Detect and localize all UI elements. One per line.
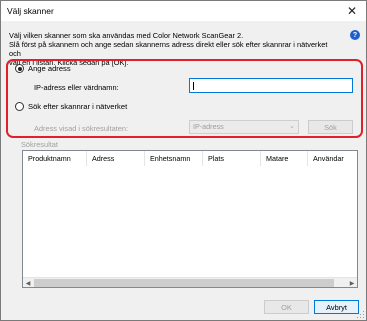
column-header-user[interactable]: Användar	[308, 151, 357, 166]
address-radio-option[interactable]: Ange adress	[15, 64, 71, 73]
search-results-list[interactable]: Produktnamn Adress Enhetsnamn Plats Mata…	[22, 150, 358, 288]
scrollbar-thumb[interactable]	[34, 279, 334, 287]
scroll-left-icon[interactable]: ◀	[23, 278, 33, 287]
text-caret	[193, 82, 194, 90]
display-address-value: IP-adress	[193, 122, 224, 131]
scanner-select-dialog: Välj skanner ✕ Välj vilken skanner som s…	[0, 0, 367, 321]
display-address-label: Adress visad i sökresultaten:	[34, 124, 129, 133]
cancel-button[interactable]: Avbryt	[314, 300, 359, 314]
search-radio-option[interactable]: Sök efter skannrar i nätverket	[15, 102, 127, 111]
resize-grip-icon[interactable]	[357, 311, 365, 319]
column-header-product-name[interactable]: Produktnamn	[23, 151, 87, 166]
search-results-title: Sökresultat	[21, 140, 58, 149]
ip-address-label: IP-adress eller värdnamn:	[34, 83, 119, 92]
question-icon[interactable]: ?	[350, 30, 360, 40]
list-header: Produktnamn Adress Enhetsnamn Plats Mata…	[23, 151, 357, 166]
column-header-address[interactable]: Adress	[87, 151, 145, 166]
display-address-select[interactable]: IP-adress ⌄	[189, 120, 299, 134]
column-header-device-name[interactable]: Enhetsnamn	[145, 151, 203, 166]
instruction-line: Välj vilken skanner som ska användas med…	[9, 31, 244, 40]
column-header-location[interactable]: Plats	[203, 151, 261, 166]
search-button[interactable]: Sök	[308, 120, 353, 134]
chevron-down-icon: ⌄	[289, 123, 295, 130]
instruction-line: Slå först på skannern och ange sedan ska…	[9, 40, 328, 58]
search-radio-label: Sök efter skannrar i nätverket	[28, 102, 128, 111]
horizontal-scrollbar[interactable]: ◀ ▶	[23, 277, 357, 287]
scroll-right-icon[interactable]: ▶	[347, 278, 357, 287]
ok-button[interactable]: OK	[264, 300, 309, 314]
address-radio-label: Ange adress	[28, 64, 71, 73]
ip-address-input[interactable]	[189, 78, 353, 93]
address-radio-button[interactable]	[15, 64, 24, 73]
search-radio-button[interactable]	[15, 102, 24, 111]
title-bar: Välj skanner ✕	[1, 1, 366, 21]
close-button[interactable]: ✕	[338, 1, 366, 21]
window-title: Välj skanner	[7, 6, 54, 16]
column-header-feeder[interactable]: Matare	[261, 151, 308, 166]
